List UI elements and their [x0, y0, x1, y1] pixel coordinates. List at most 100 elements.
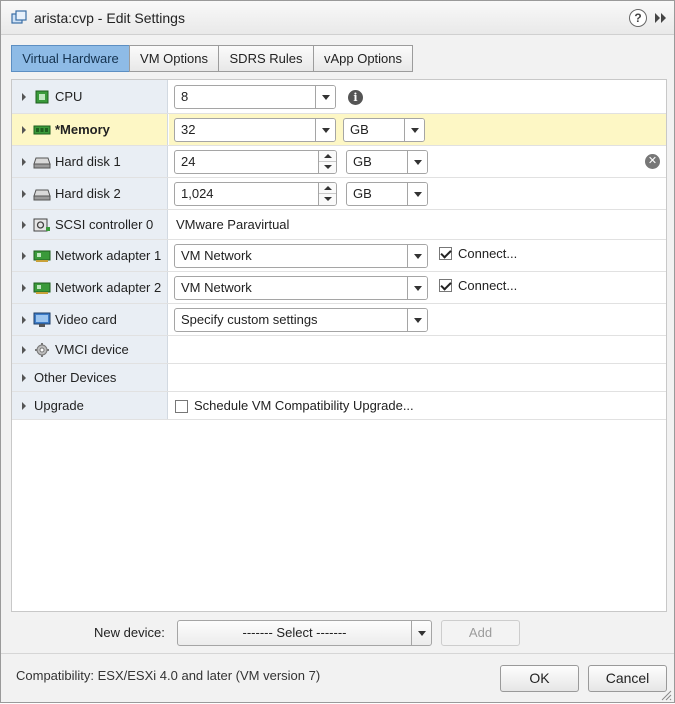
hw-row-hard-disk-1: Hard disk 1 24 GB ✕ [12, 146, 666, 178]
cpu-count-value: 8 [181, 89, 189, 104]
vmci-device-label: VMCI device [55, 342, 129, 357]
expand-caret-icon[interactable] [20, 401, 28, 411]
add-device-button[interactable]: Add [441, 620, 520, 646]
expand-caret-icon[interactable] [20, 157, 28, 167]
video-card-select[interactable]: Specify custom settings [174, 308, 428, 332]
virtual-hardware-panel: CPU 8 i *Memory 32 GB Hard disk 1 24 GB … [11, 79, 667, 612]
network-adapter-2-select[interactable]: VM Network [174, 276, 428, 300]
expand-caret-icon[interactable] [20, 220, 28, 230]
network-adapter-1-connect-label: Connect... [458, 246, 518, 261]
chevron-down-icon[interactable] [407, 151, 427, 173]
scsi-controller-type: VMware Paravirtual [176, 217, 290, 232]
cancel-button[interactable]: Cancel [588, 665, 667, 692]
expand-caret-icon[interactable] [20, 92, 28, 102]
new-device-select[interactable]: ------- Select ------- [177, 620, 432, 646]
memory-unit-select[interactable]: GB [343, 118, 425, 142]
hw-row-memory: *Memory 32 GB [12, 114, 666, 146]
spinner[interactable] [318, 151, 336, 173]
expand-caret-icon[interactable] [20, 345, 28, 355]
chevron-down-icon[interactable] [315, 86, 335, 108]
chevron-down-icon[interactable] [315, 119, 335, 141]
tab-sdrs-rules[interactable]: SDRS Rules [218, 45, 314, 72]
network-adapter-1-value: VM Network [181, 248, 252, 263]
edit-settings-dialog: arista:cvp - Edit Settings ? Virtual Har… [0, 0, 675, 703]
dialog-title: arista:cvp - Edit Settings [34, 10, 185, 26]
schedule-upgrade-checkbox[interactable] [175, 400, 188, 413]
hw-row-hard-disk-2: Hard disk 2 1,024 GB [12, 178, 666, 210]
hard-disk-2-unit-select[interactable]: GB [346, 182, 428, 206]
upgrade-label: Upgrade [34, 398, 84, 413]
spinner[interactable] [318, 183, 336, 205]
gear-icon [35, 343, 49, 357]
hw-row-upgrade: Upgrade Schedule VM Compatibility Upgrad… [12, 392, 666, 420]
title-bar: arista:cvp - Edit Settings ? [1, 1, 674, 35]
chevron-down-icon[interactable] [411, 621, 431, 645]
hw-row-other-devices: Other Devices [12, 364, 666, 392]
hard-disk-2-size-input[interactable]: 1,024 [174, 182, 337, 206]
hard-disk-1-unit-value: GB [353, 154, 372, 169]
cpu-count-select[interactable]: 8 [174, 85, 336, 109]
memory-size-value: 32 [181, 122, 196, 137]
hard-disk-icon [33, 189, 51, 201]
expand-caret-icon[interactable] [20, 125, 28, 135]
schedule-upgrade-label: Schedule VM Compatibility Upgrade... [194, 398, 414, 413]
remove-device-icon[interactable]: ✕ [645, 154, 660, 169]
expand-caret-icon[interactable] [20, 315, 28, 325]
hw-row-cpu: CPU 8 i [12, 80, 666, 114]
network-card-icon [33, 282, 51, 294]
hard-disk-1-size-input[interactable]: 24 [174, 150, 337, 174]
chevron-down-icon[interactable] [407, 183, 427, 205]
chevron-down-icon[interactable] [407, 309, 427, 331]
tab-virtual-hardware[interactable]: Virtual Hardware [11, 45, 130, 72]
network-adapter-1-connect-checkbox[interactable] [439, 247, 452, 260]
other-devices-label: Other Devices [34, 370, 117, 385]
hard-disk-2-size-value: 1,024 [181, 186, 214, 201]
chevron-down-icon[interactable] [407, 245, 427, 267]
hard-disk-1-unit-select[interactable]: GB [346, 150, 428, 174]
compatibility-text: Compatibility: ESX/ESXi 4.0 and later (V… [16, 668, 321, 683]
info-icon[interactable]: i [348, 90, 363, 105]
memory-label: *Memory [55, 122, 110, 137]
spin-up-icon[interactable] [319, 151, 336, 162]
scsi-controller-label: SCSI controller 0 [55, 217, 154, 232]
new-device-label: New device: [94, 625, 165, 640]
expand-icon[interactable] [654, 11, 668, 28]
chevron-down-icon[interactable] [404, 119, 424, 141]
cpu-label: CPU [55, 89, 83, 104]
cpu-chip-icon [35, 90, 49, 104]
network-adapter-1-label: Network adapter 1 [55, 248, 162, 263]
vm-settings-icon [11, 10, 27, 29]
network-card-icon [33, 250, 51, 262]
chevron-down-icon[interactable] [407, 277, 427, 299]
footer-divider [1, 653, 674, 654]
network-adapter-2-connect-checkbox[interactable] [439, 279, 452, 292]
hard-disk-2-unit-value: GB [353, 186, 372, 201]
help-icon[interactable]: ? [629, 9, 647, 27]
monitor-icon [33, 312, 51, 327]
tab-vapp-options[interactable]: vApp Options [313, 45, 413, 72]
network-adapter-2-value: VM Network [181, 280, 252, 295]
network-adapter-2-label: Network adapter 2 [55, 280, 162, 295]
ok-button[interactable]: OK [500, 665, 579, 692]
expand-caret-icon[interactable] [20, 251, 28, 261]
hard-disk-1-label: Hard disk 1 [55, 154, 121, 169]
video-card-label: Video card [55, 312, 117, 327]
hw-row-vmci-device: VMCI device [12, 336, 666, 364]
network-adapter-2-connect-label: Connect... [458, 278, 518, 293]
expand-caret-icon[interactable] [20, 283, 28, 293]
hard-disk-1-size-value: 24 [181, 154, 196, 169]
spin-down-icon[interactable] [319, 194, 336, 205]
spin-up-icon[interactable] [319, 183, 336, 194]
hard-disk-2-label: Hard disk 2 [55, 186, 121, 201]
spin-down-icon[interactable] [319, 162, 336, 173]
expand-caret-icon[interactable] [20, 373, 28, 383]
hw-row-video-card: Video card Specify custom settings [12, 304, 666, 336]
hw-row-network-adapter-2: Network adapter 2 VM Network Connect... [12, 272, 666, 304]
resize-grip-icon[interactable] [660, 689, 672, 704]
tab-vm-options[interactable]: VM Options [129, 45, 219, 72]
memory-unit-value: GB [350, 122, 369, 137]
memory-module-icon [33, 125, 51, 135]
memory-size-input[interactable]: 32 [174, 118, 336, 142]
network-adapter-1-select[interactable]: VM Network [174, 244, 428, 268]
expand-caret-icon[interactable] [20, 189, 28, 199]
